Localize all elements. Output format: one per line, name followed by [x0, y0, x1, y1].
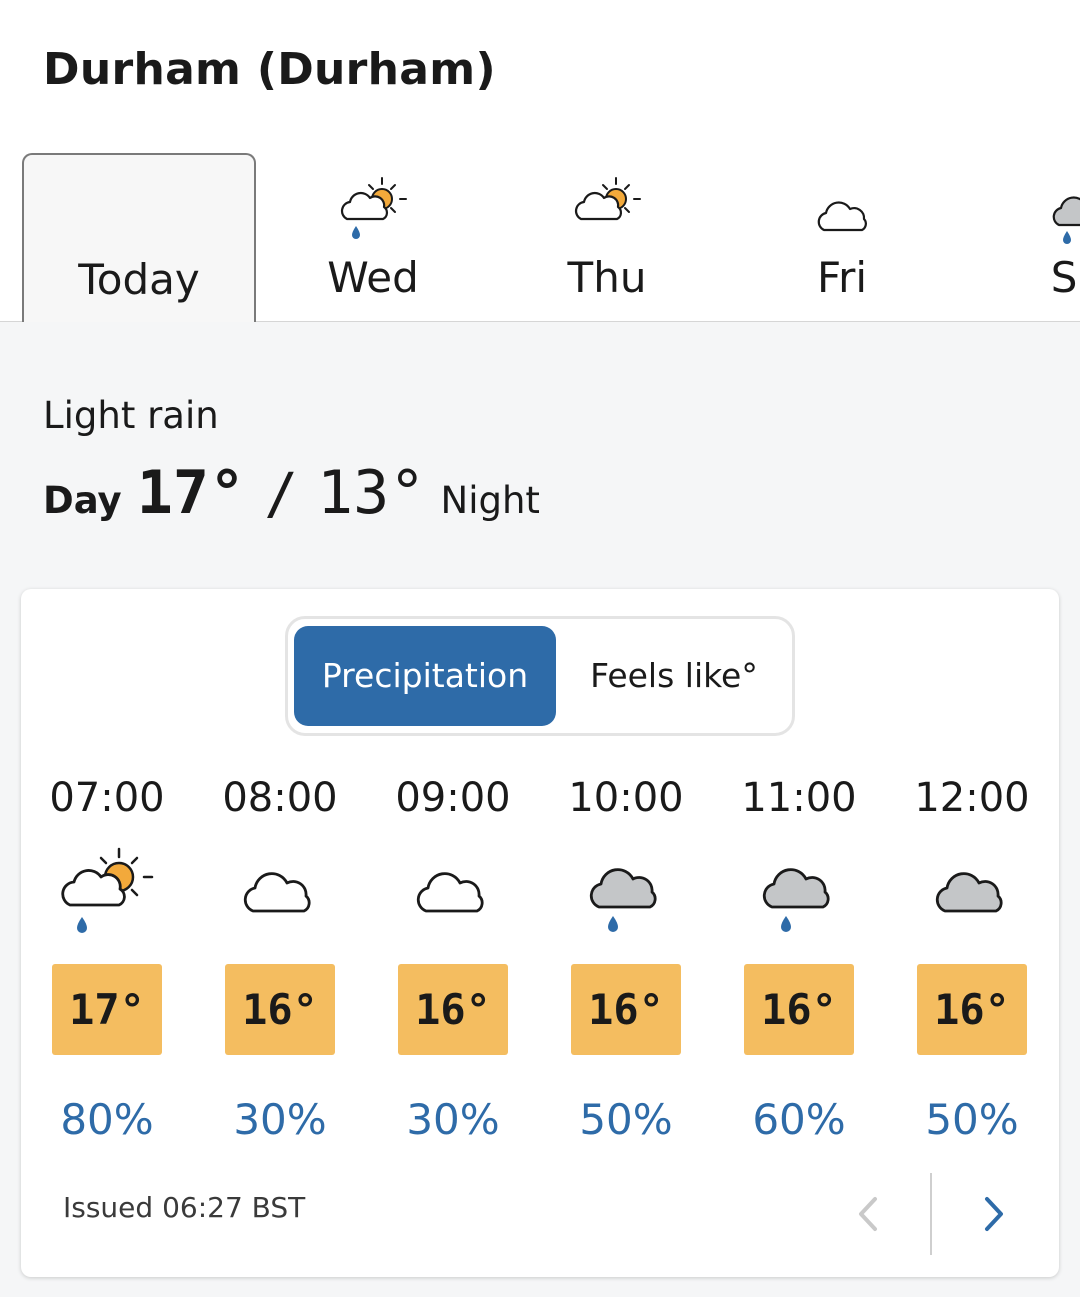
tab-thu[interactable]: Thu	[490, 153, 724, 322]
precip-chance: 80%	[60, 1095, 154, 1144]
tab-fri[interactable]: Fri	[725, 153, 959, 322]
hour-time: 09:00	[395, 775, 511, 821]
issued-time: Issued 06:27 BST	[63, 1191, 306, 1224]
hour-column: 09:00 16° 30%	[373, 767, 533, 1147]
temp-badge: 16°	[744, 964, 854, 1055]
temp-badge: 17°	[52, 964, 162, 1055]
cloudy-icon	[817, 201, 867, 232]
hour-time: 12:00	[914, 775, 1030, 821]
view-toggle: Precipitation Feels like°	[285, 616, 795, 736]
overcast-icon	[935, 872, 1003, 913]
tab-label: Today	[78, 255, 200, 304]
tab-label: Fri	[816, 253, 868, 302]
hour-column: 07:00 17° 80%	[27, 767, 187, 1147]
hour-column: 08:00 16° 30%	[200, 767, 360, 1147]
hour-column: 10:00 16° 50%	[546, 767, 706, 1147]
day-night-temps: Day 17° / 13° Night	[43, 458, 540, 528]
feels-like-toggle-button[interactable]: Feels like°	[558, 626, 790, 726]
sunny-intervals-light-rain-icon	[61, 847, 154, 933]
temp-badge: 16°	[398, 964, 508, 1055]
overcast-light-rain-icon	[1052, 196, 1080, 244]
sunny-intervals-light-rain-icon	[340, 177, 407, 239]
hourly-list: 07:00 17° 80% 08:00 16° 30% 09:00 16° 30…	[21, 767, 1059, 1147]
temp-separator: /	[264, 462, 298, 527]
hourly-forecast-card: Precipitation Feels like° 07:00 17° 80% …	[21, 589, 1059, 1277]
day-tabs: Today Wed Thu Fri S	[0, 153, 1080, 322]
hour-time: 11:00	[741, 775, 857, 821]
chevron-left-icon[interactable]	[847, 1189, 887, 1239]
overcast-light-rain-icon	[589, 868, 657, 932]
precipitation-toggle-button[interactable]: Precipitation	[294, 626, 556, 726]
tab-label: Sa	[1050, 253, 1080, 302]
temp-badge: 16°	[571, 964, 681, 1055]
weather-condition: Light rain	[43, 394, 219, 437]
night-label: Night	[440, 479, 540, 522]
night-temp: 13°	[317, 458, 426, 528]
cloudy-icon	[243, 872, 311, 913]
precip-chance: 50%	[925, 1095, 1019, 1144]
overcast-light-rain-icon	[762, 868, 830, 932]
tab-label: Wed	[327, 253, 419, 302]
nav-divider	[930, 1173, 932, 1255]
hour-time: 08:00	[222, 775, 338, 821]
tab-label: Thu	[567, 253, 647, 302]
header: Durham (Durham) Today Wed Thu Fri S	[0, 0, 1080, 322]
hour-time: 07:00	[49, 775, 165, 821]
precip-chance: 30%	[233, 1095, 327, 1144]
hour-column: 11:00 16° 60%	[719, 767, 879, 1147]
day-temp: 17°	[136, 458, 246, 528]
tab-sat[interactable]: Sa	[960, 153, 1080, 322]
precip-chance: 60%	[752, 1095, 846, 1144]
tab-today[interactable]: Today	[22, 153, 256, 322]
cloudy-icon	[416, 872, 484, 913]
location-title: Durham (Durham)	[43, 44, 496, 95]
temp-badge: 16°	[917, 964, 1027, 1055]
hour-time: 10:00	[568, 775, 684, 821]
precip-chance: 50%	[579, 1095, 673, 1144]
temp-badge: 16°	[225, 964, 335, 1055]
precip-chance: 30%	[406, 1095, 500, 1144]
day-label: Day	[43, 479, 122, 522]
tab-wed[interactable]: Wed	[256, 153, 490, 322]
hour-column: 12:00 16° 50%	[892, 767, 1052, 1147]
sunny-intervals-icon	[574, 177, 641, 221]
chevron-right-icon[interactable]	[975, 1189, 1015, 1239]
